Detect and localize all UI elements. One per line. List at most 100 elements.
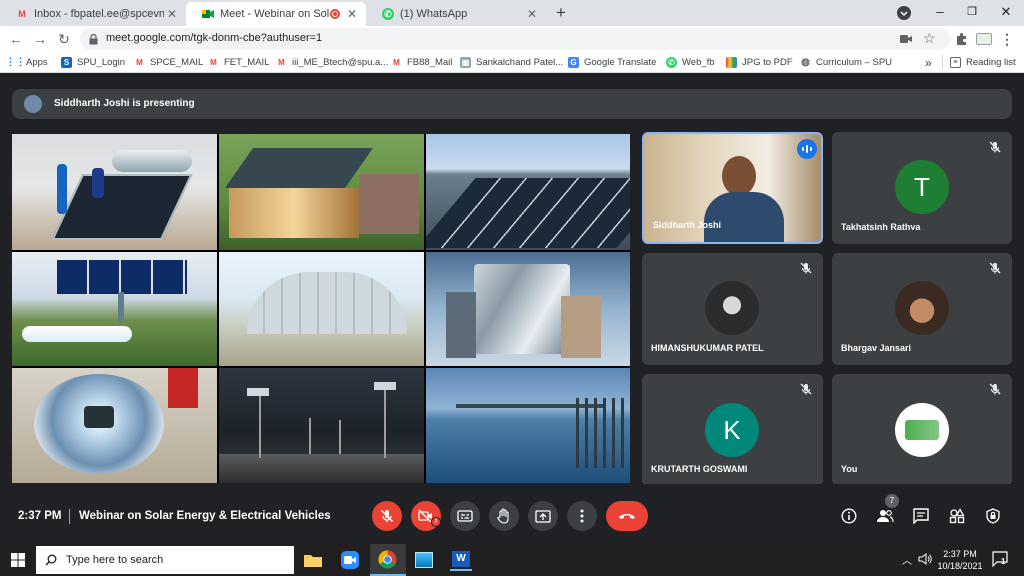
jpg-to-pdf-icon <box>726 57 737 68</box>
raise-hand-button[interactable] <box>489 501 519 531</box>
search-placeholder: Type here to search <box>66 554 164 566</box>
address-bar[interactable]: meet.google.com/tgk-donm-cbe?authuser=1 … <box>80 28 950 50</box>
reading-list-button[interactable]: ≡ Reading list <box>950 55 1016 70</box>
url-text: meet.google.com/tgk-donm-cbe?authuser=1 <box>106 32 323 44</box>
bookmark-fb88-mail[interactable]: M FB88_Mail <box>391 55 452 70</box>
bookmark-star-icon[interactable]: ☆ <box>923 30 936 47</box>
activities-button[interactable] <box>947 506 967 526</box>
bookmark-curriculum-spu[interactable]: ◍ Curriculum – SPU <box>800 55 892 70</box>
new-tab-button[interactable]: + <box>551 3 571 23</box>
mic-off-icon <box>989 383 1001 395</box>
meeting-details-button[interactable] <box>839 506 859 526</box>
host-controls-button[interactable] <box>983 506 1003 526</box>
forward-button[interactable]: → <box>31 30 49 48</box>
photo-app-icon <box>415 552 433 568</box>
tab-gmail-inbox[interactable]: M Inbox - fbpatel.ee@spcevng.ac.in ✕ <box>0 2 186 26</box>
mic-toggle-button[interactable] <box>372 501 402 531</box>
lock-icon <box>89 34 98 45</box>
close-tab-icon[interactable]: ✕ <box>524 7 540 21</box>
bookmark-sankalchand-patel[interactable]: ▣ Sankalchand Patel... <box>460 55 563 70</box>
notification-center-button[interactable]: 1 <box>992 551 1008 572</box>
bookmark-fet-mail[interactable]: M FET_MAIL <box>208 55 269 70</box>
participant-tile-you[interactable]: You <box>832 374 1012 486</box>
translate-icon: G <box>568 57 579 68</box>
taskbar-search-box[interactable]: Type here to search <box>36 546 294 574</box>
participant-tile-bhargav-jansari[interactable]: Bhargav Jansari <box>832 253 1012 365</box>
taskbar-file-explorer[interactable] <box>302 549 324 571</box>
bookmark-apps[interactable]: ⋮⋮ Apps <box>6 55 48 70</box>
bookmark-jpg-to-pdf[interactable]: JPG to PDF <box>726 55 793 70</box>
participant-photo-avatar <box>895 281 949 335</box>
participant-tile-siddharth-joshi[interactable]: Siddharth Joshi <box>642 132 823 244</box>
participant-count-badge: 7 <box>885 494 899 508</box>
present-now-button[interactable] <box>528 501 558 531</box>
bookmark-label: Google Translate <box>584 57 657 68</box>
word-icon: W <box>452 551 470 567</box>
meeting-clock: 2:37 PM <box>18 510 62 522</box>
video-call-app-icon <box>341 551 359 569</box>
reload-button[interactable]: ↻ <box>55 30 73 48</box>
present-screen-icon <box>535 509 551 523</box>
participant-photo-avatar <box>705 281 759 335</box>
taskbar-photos[interactable] <box>413 549 435 571</box>
start-button[interactable] <box>7 549 29 571</box>
solar-water-pump-image <box>12 252 217 366</box>
taskbar-chrome-active[interactable] <box>370 544 406 576</box>
solar-furnace-image <box>426 252 630 366</box>
solar-water-heater-image <box>12 134 217 250</box>
back-button[interactable]: ← <box>7 30 25 48</box>
close-tab-icon[interactable]: ✕ <box>344 7 360 21</box>
participants-button[interactable] <box>875 506 895 526</box>
camera-in-use-icon[interactable] <box>900 34 912 44</box>
floating-solar-sea-image <box>426 368 630 483</box>
taskbar-zoom[interactable] <box>339 549 361 571</box>
profile-avatar[interactable] <box>976 33 992 45</box>
browser-toolbar: ← → ↻ meet.google.com/tgk-donm-cbe?authu… <box>0 26 1024 52</box>
participant-name: Takhatsinh Rathva <box>841 222 921 232</box>
participant-video <box>722 156 756 196</box>
participant-tile-takhatsinh-rathva[interactable]: T Takhatsinh Rathva <box>832 132 1012 244</box>
shared-screen[interactable] <box>12 134 630 483</box>
leave-call-button[interactable] <box>606 501 648 531</box>
solar-house-image <box>219 134 424 250</box>
presenting-banner: Siddharth Joshi is presenting <box>12 89 1012 119</box>
system-clock[interactable]: 2:37 PM 10/18/2021 <box>935 548 985 572</box>
reading-list-icon: ≡ <box>950 57 961 68</box>
participant-tile-himanshukumar-patel[interactable]: HIMANSHUKUMAR PATEL <box>642 253 823 365</box>
gmail-icon: M <box>18 9 26 19</box>
participant-name: KRUTARTH GOSWAMI <box>651 464 748 474</box>
more-bookmarks-button[interactable]: » <box>925 55 932 70</box>
more-vert-icon <box>580 509 584 523</box>
tray-overflow-chevron-icon[interactable]: ︿ <box>902 552 912 567</box>
meet-main-area: Siddharth Joshi is presenting Siddharth … <box>0 73 1024 544</box>
restore-button[interactable]: ❐ <box>957 3 987 23</box>
volume-icon[interactable] <box>918 552 932 571</box>
camera-toggle-button[interactable]: ! <box>411 501 441 531</box>
more-options-button[interactable] <box>567 501 597 531</box>
reading-list-label: Reading list <box>966 57 1016 68</box>
tab-whatsapp[interactable]: ✆ (1) WhatsApp ✕ <box>366 2 546 26</box>
close-window-button[interactable]: ✕ <box>991 3 1021 23</box>
captions-button[interactable] <box>450 501 480 531</box>
bookmark-google-translate[interactable]: G Google Translate <box>568 55 656 70</box>
tab-title: Meet - Webinar on Solar Ene <box>220 8 330 20</box>
gmail-icon: M <box>278 58 285 67</box>
presenting-text: Siddharth Joshi is presenting <box>54 98 195 109</box>
close-tab-icon[interactable]: ✕ <box>164 7 180 21</box>
chat-button[interactable] <box>911 506 931 526</box>
taskbar-word[interactable]: W <box>450 549 472 571</box>
participant-tile-krutarth-goswami[interactable]: K KRUTARTH GOSWAMI <box>642 374 823 486</box>
menu-kebab-icon[interactable]: ⋮ <box>998 30 1016 48</box>
browser-tab-strip: M Inbox - fbpatel.ee@spcevng.ac.in ✕ Mee… <box>0 0 1024 26</box>
bookmark-spce-mail[interactable]: M SPCE_MAIL <box>134 55 203 70</box>
minimize-button[interactable]: – <box>925 3 955 23</box>
notification-icon <box>992 551 1008 568</box>
tab-search-button[interactable] <box>897 6 911 20</box>
extensions-icon[interactable] <box>952 30 970 48</box>
participant-name: HIMANSHUKUMAR PATEL <box>651 343 764 353</box>
bookmark-spu-login[interactable]: S SPU_Login <box>61 55 125 70</box>
bookmark-iii-me-btech[interactable]: Miii_ME_Btech@spu.a... <box>276 55 388 70</box>
tab-google-meet[interactable]: Meet - Webinar on Solar Ene ✕ <box>186 2 366 26</box>
bookmark-web-fb[interactable]: ✆ Web_fb <box>666 55 715 70</box>
image-icon: ▣ <box>460 57 471 68</box>
